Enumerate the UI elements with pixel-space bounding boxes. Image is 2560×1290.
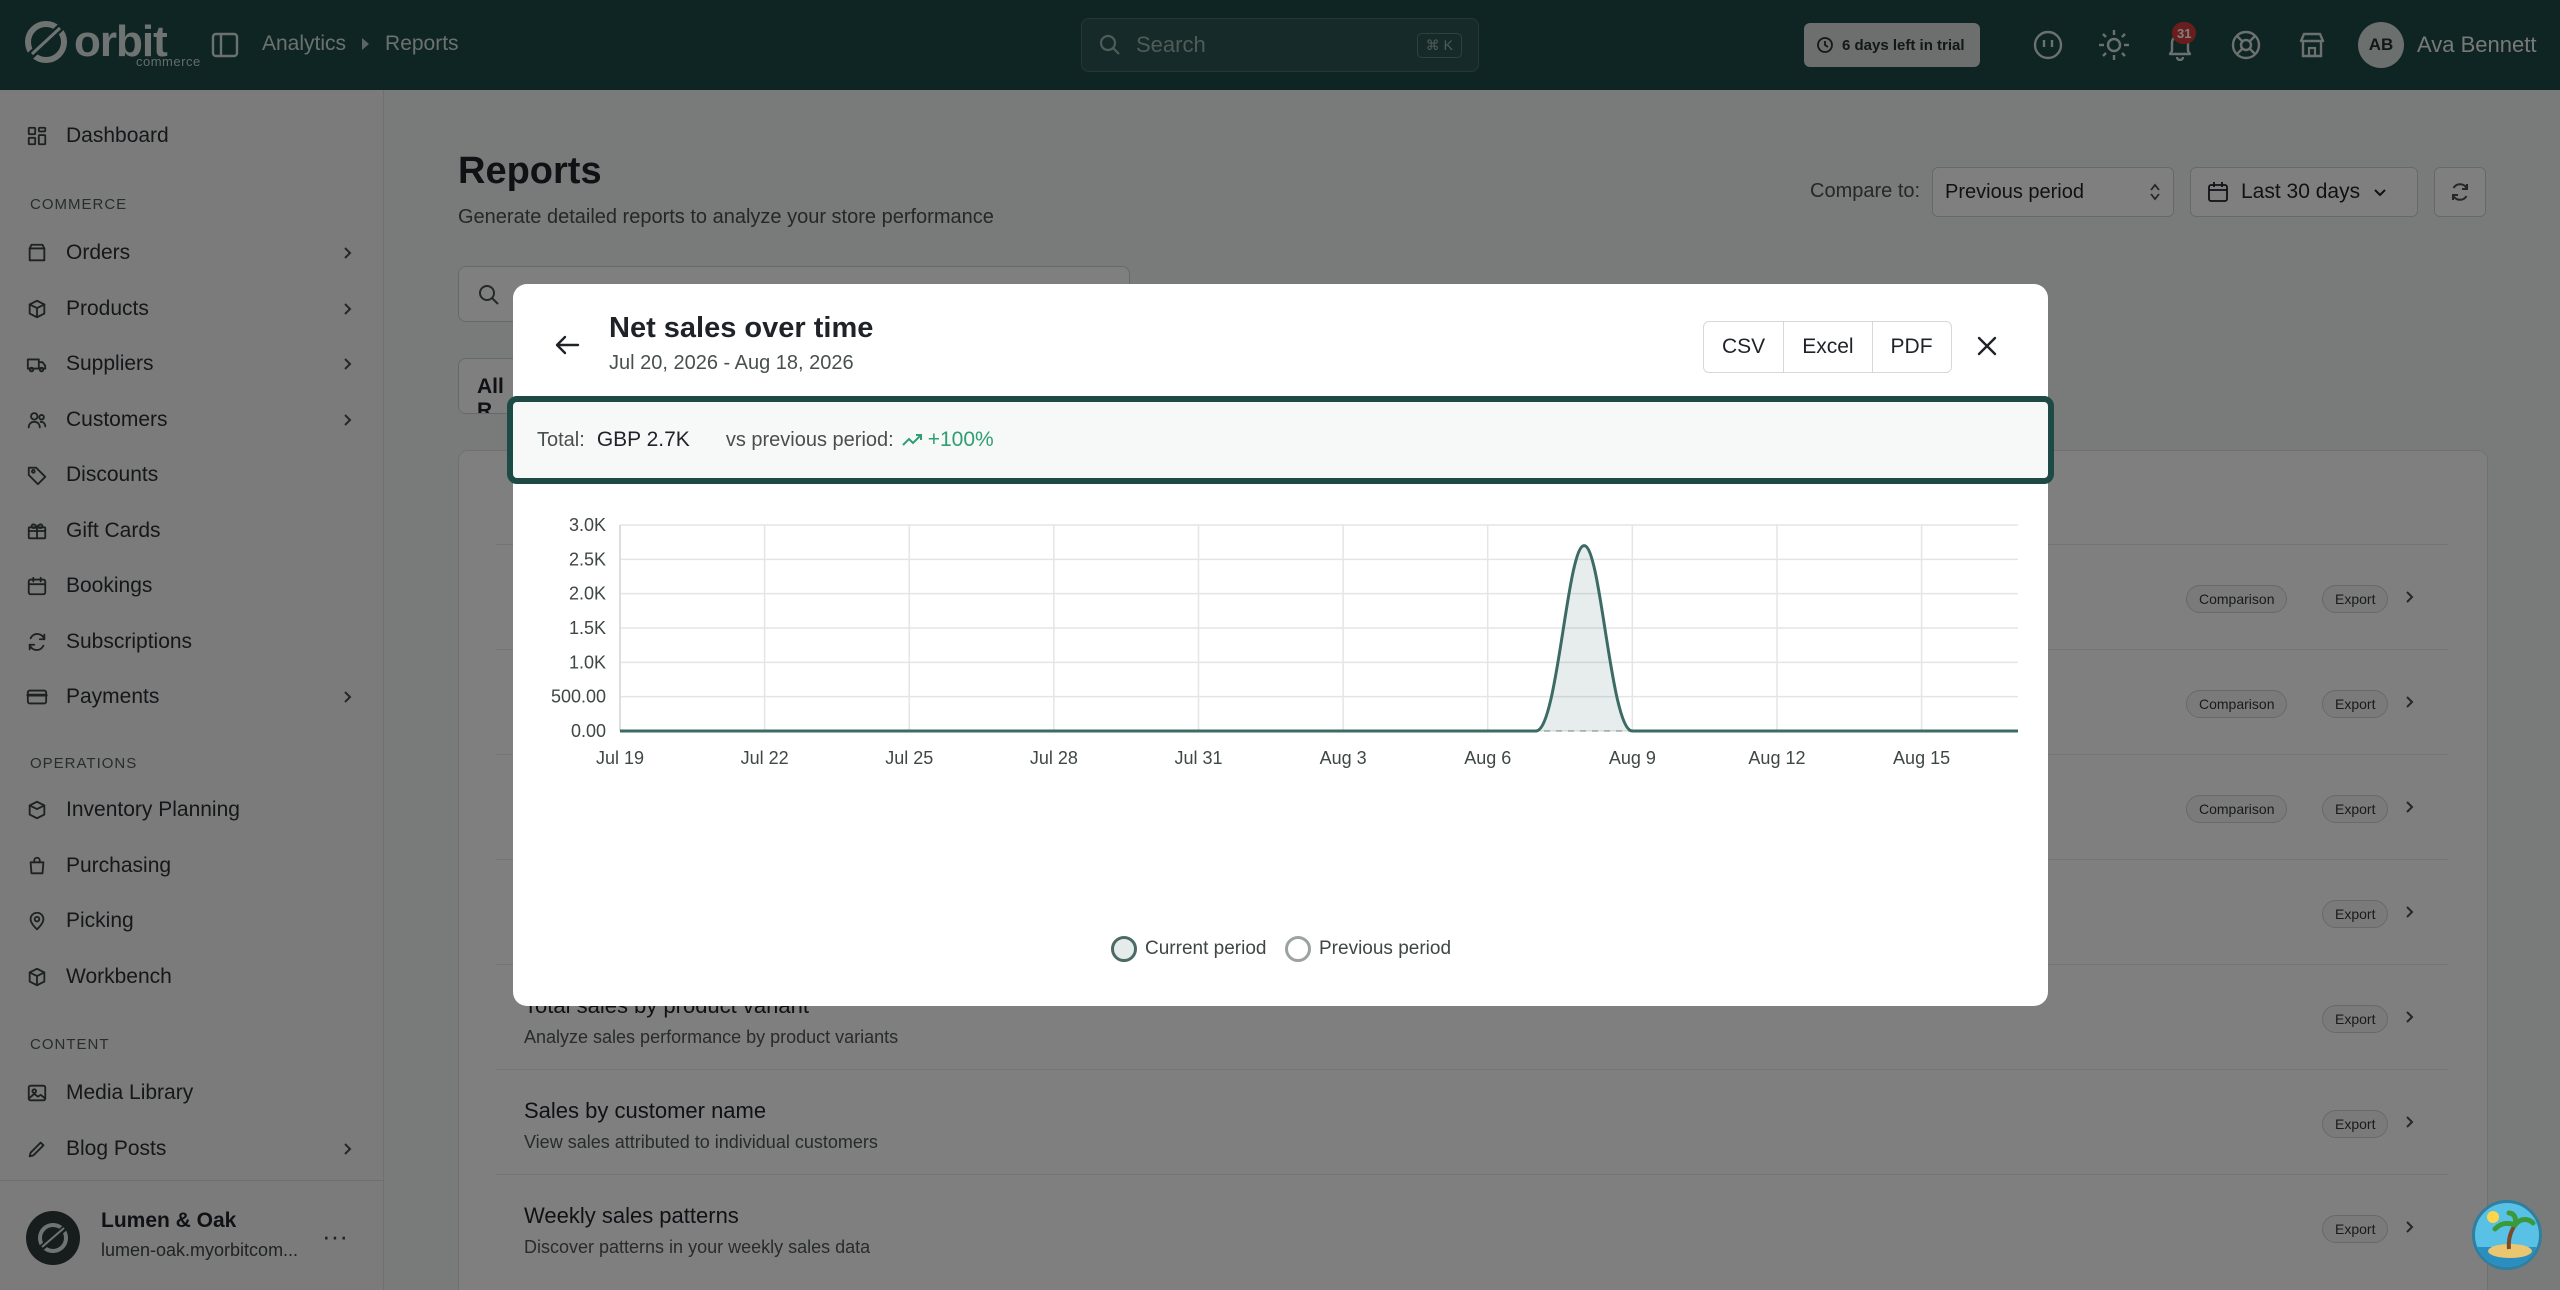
x-tick-label: Jul 19	[596, 748, 644, 768]
y-tick-label: 0.00	[571, 721, 606, 741]
x-tick-label: Aug 9	[1609, 748, 1656, 768]
x-tick-label: Aug 12	[1748, 748, 1805, 768]
assistant-avatar-button[interactable]	[2472, 1200, 2542, 1270]
legend-current[interactable]: Current period	[1111, 936, 1266, 962]
y-tick-label: 500.00	[551, 687, 606, 707]
x-tick-label: Aug 3	[1320, 748, 1367, 768]
x-tick-label: Jul 22	[741, 748, 789, 768]
modal-title: Net sales over time	[609, 312, 874, 344]
current-period-line	[620, 544, 2018, 733]
delta-text: +100%	[927, 428, 994, 451]
x-tick-label: Aug 15	[1893, 748, 1950, 768]
export-button-group: CSV Excel PDF	[1703, 321, 1952, 373]
x-tick-label: Jul 31	[1174, 748, 1222, 768]
y-tick-label: 1.5K	[569, 618, 606, 638]
legend-previous[interactable]: Previous period	[1285, 936, 1451, 962]
export-csv-button[interactable]: CSV	[1704, 322, 1785, 372]
export-excel-button[interactable]: Excel	[1784, 322, 1873, 372]
x-tick-label: Jul 28	[1030, 748, 1078, 768]
y-tick-label: 2.0K	[569, 584, 606, 604]
export-pdf-button[interactable]: PDF	[1873, 322, 1951, 372]
y-tick-label: 2.5K	[569, 549, 606, 569]
current-period-area	[620, 545, 2018, 731]
legend-previous-label: Previous period	[1319, 938, 1452, 959]
modal-date-range: Jul 20, 2026 - Aug 18, 2026	[609, 352, 854, 374]
y-tick-label: 3.0K	[569, 515, 606, 535]
legend-current-swatch	[1111, 936, 1137, 962]
back-arrow-icon[interactable]	[553, 330, 583, 360]
vs-previous-label: vs previous period:	[725, 428, 894, 451]
delta-value: +100%	[901, 428, 994, 452]
summary-bar: Total: GBP 2.7K vs previous period: +100…	[507, 396, 2054, 484]
legend-current-label: Current period	[1145, 938, 1267, 959]
legend-previous-swatch	[1285, 936, 1311, 962]
net-sales-chart: 0.00 500.00 1.0K 1.5K 2.0K 2.5K 3.0K Jul 19 Jul …	[551, 515, 2018, 768]
x-tick-label: Aug 6	[1464, 748, 1511, 768]
total-label: Total:	[537, 428, 585, 451]
y-tick-label: 1.0K	[569, 652, 606, 672]
close-icon[interactable]	[1973, 332, 2001, 360]
x-tick-label: Jul 25	[885, 748, 933, 768]
total-value: GBP 2.7K	[596, 428, 690, 451]
report-modal: Net sales over time Jul 20, 2026 - Aug 1…	[507, 284, 2054, 1006]
trend-up-icon	[901, 434, 922, 446]
